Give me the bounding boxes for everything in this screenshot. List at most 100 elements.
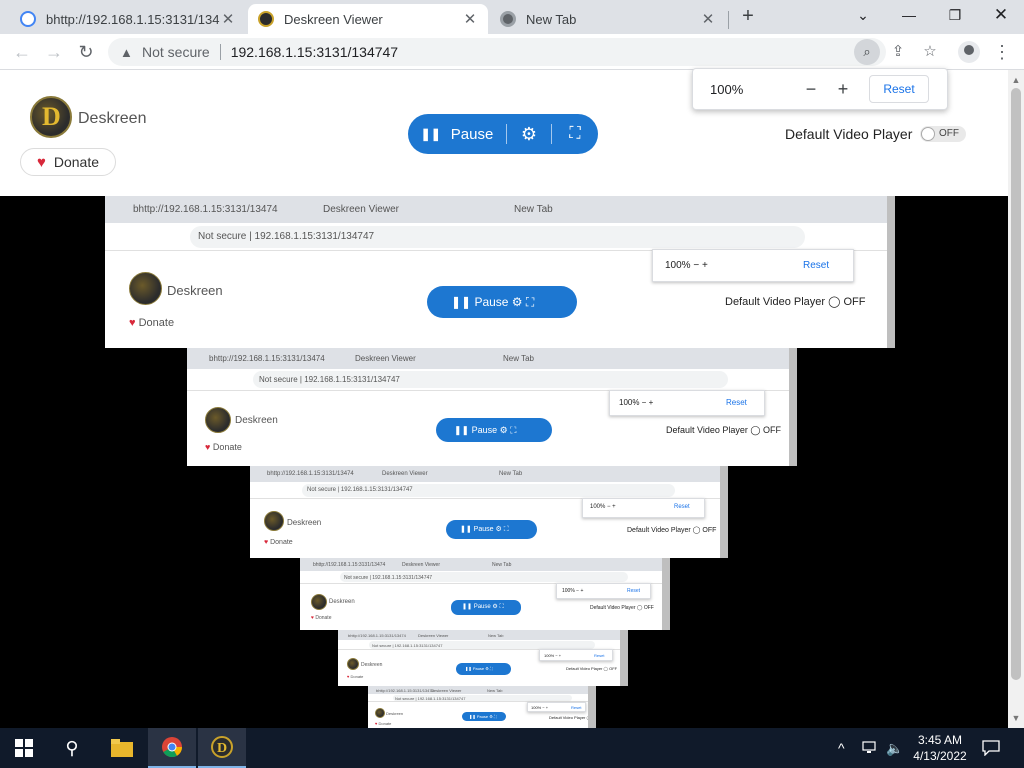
scroll-up-arrow[interactable]: ▲ (1008, 72, 1024, 88)
mirrored-logo (205, 407, 231, 433)
mirrored-tab-title: New Tab (514, 204, 553, 215)
system-clock[interactable]: 3:45 AM 4/13/2022 (905, 732, 975, 764)
pause-icon: ❚❚ (420, 127, 441, 141)
settings-gear-icon[interactable]: ⚙ (507, 114, 551, 154)
mirrored-dvp: Default Video Player ◯ OFF (627, 527, 717, 534)
tab-new-tab[interactable]: New Tab ✕ (490, 4, 726, 34)
donate-button[interactable]: ♥ Donate (20, 148, 116, 176)
mirrored-url: Not secure | 192.168.1.15:3131/134747 (372, 643, 443, 648)
mirrored-logo (264, 511, 284, 531)
mirrored-tab-title: New Tab (503, 354, 534, 363)
mirrored-pause-pill: ❚❚ Pause ⚙ ⛶ (436, 418, 552, 442)
mirrored-brand: Deskreen (235, 415, 278, 426)
mirrored-logo (129, 272, 162, 305)
network-icon[interactable] (862, 728, 878, 768)
url-text: 192.168.1.15:3131/134747 (230, 44, 399, 60)
mirrored-zoom-percent: 100% − + (562, 588, 584, 594)
close-icon[interactable]: ✕ (220, 10, 236, 28)
restore-button[interactable]: ❐ (932, 0, 978, 32)
menu-kebab-icon[interactable]: ⋮ (988, 38, 1016, 66)
address-bar[interactable]: ▲ Not secure 192.168.1.15:3131/134747 ⌕ (108, 38, 886, 66)
chrome-icon (500, 11, 516, 27)
bookmark-star-icon[interactable]: ☆ (916, 38, 944, 66)
reload-button[interactable]: ↻ (72, 38, 100, 66)
toggle-state: OFF (939, 128, 959, 139)
divider (219, 44, 221, 60)
viewer-controls: ❚❚ Pause ⚙ ⛶ (408, 114, 598, 154)
mirrored-tab-title: Deskreen Viewer (323, 204, 399, 215)
chrome-icon[interactable] (148, 728, 196, 768)
mirrored-tab-title: bhttp://192.168.1.15:3131/13474 (348, 633, 406, 638)
mirrored-dvp: Default Video Player ◯ OFF (549, 715, 596, 720)
tab-title: bhttp://192.168.1.15:3131/13474 (46, 11, 220, 27)
pause-button[interactable]: ❚❚ Pause (408, 114, 506, 154)
mirrored-zoom-percent: 100% − + (531, 705, 549, 710)
default-video-player-toggle[interactable]: OFF (920, 126, 966, 142)
scrollbar-thumb[interactable] (1011, 88, 1021, 680)
toggle-knob (921, 127, 935, 141)
close-icon[interactable]: ✕ (700, 10, 716, 28)
mirrored-reset: Reset (674, 504, 690, 510)
tab-deskreen-viewer[interactable]: Deskreen Viewer ✕ (248, 4, 488, 34)
mirrored-zoom-percent: 100% − + (665, 260, 708, 271)
mirrored-url: Not secure | 192.168.1.15:3131/134747 (259, 375, 400, 384)
security-label: Not secure (142, 44, 210, 60)
svg-text:D: D (217, 741, 227, 756)
mirrored-tab-title: bhttp://192.168.1.15:3131/13474 (313, 562, 386, 568)
mirrored-tab-title: Deskreen Viewer (431, 688, 462, 693)
minimize-button[interactable]: — (886, 0, 932, 32)
mirrored-zoom-percent: 100% − + (590, 504, 616, 510)
volume-icon[interactable]: 🔈 (886, 728, 903, 768)
close-icon[interactable]: ✕ (462, 10, 478, 28)
tab-search-icon[interactable]: ⌄ (840, 0, 886, 32)
clock-time: 3:45 AM (917, 733, 963, 747)
zoom-icon[interactable]: ⌕ (854, 39, 880, 65)
mirrored-zoom-percent: 100% − + (619, 398, 654, 407)
start-icon[interactable] (0, 728, 48, 768)
donate-label: Donate (53, 154, 100, 170)
close-window-button[interactable]: ✕ (978, 0, 1024, 32)
zoom-out-button[interactable]: − (799, 77, 823, 101)
mirrored-url: Not secure | 192.168.1.15:3131/134747 (395, 696, 466, 701)
zoom-percent: 100% (710, 82, 744, 97)
mirrored-url: Not secure | 192.168.1.15:3131/134747 (198, 231, 375, 242)
tab-remote[interactable]: bhttp://192.168.1.15:3131/13474 ✕ (10, 4, 246, 34)
mirrored-dvp: Default Video Player ◯ OFF (566, 666, 618, 671)
mirrored-pause-pill: ❚❚ Pause ⚙ ⛶ (446, 520, 537, 539)
show-hidden-icons[interactable]: ^ (838, 728, 845, 768)
mirrored-pause-pill: ❚❚ Pause ⚙ ⛶ (427, 286, 577, 318)
mirrored-brand: Deskreen (361, 662, 383, 668)
fullscreen-icon[interactable]: ⛶ (552, 114, 598, 154)
back-button[interactable]: ← (8, 38, 36, 66)
tab-separator (728, 11, 729, 29)
mirrored-logo (347, 658, 359, 670)
scroll-down-arrow[interactable]: ▼ (1008, 710, 1024, 726)
mirrored-tab-title: bhttp://192.168.1.15:3131/13474 (209, 354, 325, 363)
mirrored-donate: ♥ Donate (311, 615, 332, 621)
forward-button[interactable]: → (40, 38, 68, 66)
mirrored-zoom-percent: 100% − + (544, 653, 562, 658)
mirrored-tab-title: Deskreen Viewer (402, 562, 440, 568)
profile-avatar[interactable] (958, 41, 980, 63)
share-icon[interactable]: ⇪ (884, 38, 912, 66)
mirrored-brand: Deskreen (386, 711, 404, 716)
mirrored-tab-title: bhttp://192.168.1.15:3131/13474 (133, 204, 278, 215)
mirrored-donate: ♥ Donate (375, 721, 392, 726)
browser-toolbar: ← → ↻ ▲ Not secure 192.168.1.15:3131/134… (0, 34, 1024, 70)
heart-icon: ♥ (36, 153, 46, 171)
file-explorer-icon[interactable] (98, 728, 146, 768)
notification-icon[interactable] (982, 728, 1000, 768)
search-icon[interactable]: ⚲ (48, 728, 96, 768)
zoom-reset-button[interactable]: Reset (869, 75, 929, 103)
new-tab-button[interactable]: + (736, 5, 760, 29)
mirrored-reset: Reset (803, 260, 830, 271)
mirrored-brand: Deskreen (287, 518, 322, 527)
mirrored-donate: ♥ Donate (264, 539, 293, 546)
mirrored-tab-title: bhttp://192.168.1.15:3131/13474 (376, 688, 434, 693)
zoom-in-button[interactable]: + (831, 77, 855, 101)
pause-label: Pause (450, 125, 494, 143)
deskreen-icon[interactable]: D (198, 728, 246, 768)
tab-title: New Tab (526, 11, 577, 27)
google-icon (20, 11, 36, 27)
clock-date: 4/13/2022 (913, 749, 967, 763)
